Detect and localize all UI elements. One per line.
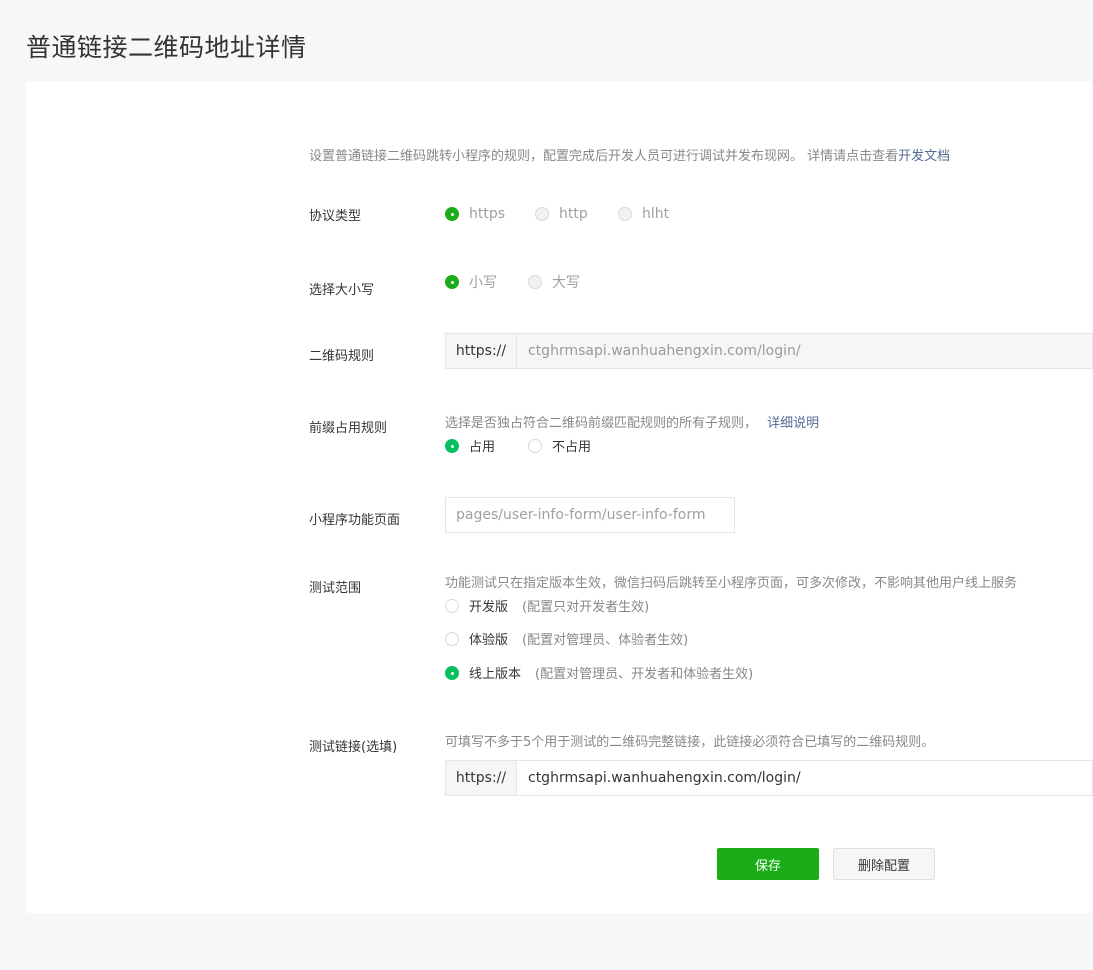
radio-checked-icon	[445, 275, 459, 289]
dev-docs-link[interactable]: 开发文档	[898, 149, 950, 164]
scope-trial-radio[interactable]: 体验版 (配置对管理员、体验者生效)	[445, 629, 688, 648]
mini-page-input[interactable]: pages/user-info-form/user-info-form	[445, 497, 735, 533]
page-title: 普通链接二维码地址详情	[26, 33, 307, 62]
scope-dev-desc: (配置只对开发者生效)	[522, 600, 650, 615]
scope-online-desc: (配置对管理员、开发者和体验者生效)	[535, 667, 754, 682]
protocol-http-radio[interactable]: http	[535, 206, 588, 222]
protocol-https-radio[interactable]: https	[445, 206, 505, 222]
radio-unchecked-icon	[445, 598, 459, 613]
case-label: 选择大小写	[309, 283, 375, 298]
protocol-hlht-radio[interactable]: hlht	[618, 206, 669, 222]
radio-unchecked-icon	[618, 207, 632, 221]
protocol-label: 协议类型	[309, 209, 362, 224]
test-scope-hint: 功能测试只在指定版本生效，微信扫码后跳转至小程序页面，可多次修改，不影响其他用户…	[445, 576, 1018, 591]
save-button[interactable]: 保存	[717, 848, 819, 880]
test-link-label: 测试链接(选填)	[309, 740, 398, 755]
protocol-http-label: http	[559, 206, 588, 222]
prefix-not-occupy-radio[interactable]: 不占用	[528, 436, 591, 455]
radio-checked-icon	[445, 438, 459, 453]
prefix-occupy-label: 占用	[469, 440, 496, 455]
prefix-rule-hint-text: 选择是否独占符合二维码前缀匹配规则的所有子规则，	[445, 416, 758, 431]
qr-rule-input[interactable]: https:// ctghrmsapi.wanhuahengxin.com/lo…	[445, 333, 1093, 369]
scope-dev-radio[interactable]: 开发版 (配置只对开发者生效)	[445, 596, 649, 615]
case-lower-radio[interactable]: 小写	[445, 272, 497, 292]
prefix-rule-hint: 选择是否独占符合二维码前缀匹配规则的所有子规则， 详细说明	[445, 412, 819, 431]
scope-online-radio[interactable]: 线上版本 (配置对管理员、开发者和体验者生效)	[445, 663, 753, 682]
prefix-not-occupy-label: 不占用	[552, 440, 592, 455]
test-scope-label: 测试范围	[309, 581, 362, 596]
radio-checked-icon	[445, 665, 459, 680]
prefix-rule-label: 前缀占用规则	[309, 421, 388, 436]
scope-trial-desc: (配置对管理员、体验者生效)	[522, 633, 689, 648]
qr-rule-label: 二维码规则	[309, 349, 375, 364]
scope-online-label: 线上版本	[469, 667, 522, 682]
test-link-hint: 可填写不多于5个用于测试的二维码完整链接，此链接必须符合已填写的二维码规则。	[445, 735, 935, 750]
scope-trial-label: 体验版	[469, 633, 509, 648]
mini-page-label: 小程序功能页面	[309, 513, 401, 528]
qr-rule-prefix: https://	[446, 334, 517, 368]
protocol-https-label: https	[469, 206, 506, 222]
protocol-hlht-label: hlht	[642, 206, 670, 222]
radio-unchecked-icon	[528, 275, 542, 289]
radio-unchecked-icon	[445, 631, 459, 646]
prefix-occupy-radio[interactable]: 占用	[445, 436, 495, 455]
radio-unchecked-icon	[528, 438, 542, 453]
case-upper-label: 大写	[552, 275, 580, 291]
test-link-prefix: https://	[446, 761, 517, 795]
qr-rule-value: ctghrmsapi.wanhuahengxin.com/login/	[528, 343, 801, 359]
test-link-input[interactable]: https:// ctghrmsapi.wanhuahengxin.com/lo…	[445, 760, 1093, 796]
radio-unchecked-icon	[535, 207, 549, 221]
scope-dev-label: 开发版	[469, 600, 509, 615]
test-link-value: ctghrmsapi.wanhuahengxin.com/login/	[528, 770, 801, 786]
intro-description: 设置普通链接二维码跳转小程序的规则，配置完成后开发人员可进行调试并发布现网。 详…	[309, 149, 899, 164]
details-link[interactable]: 详细说明	[767, 416, 819, 431]
delete-config-button[interactable]: 删除配置	[833, 848, 935, 880]
radio-checked-icon	[445, 207, 459, 221]
case-upper-radio[interactable]: 大写	[528, 272, 580, 292]
case-lower-label: 小写	[469, 275, 497, 291]
intro-text: 设置普通链接二维码跳转小程序的规则，配置完成后开发人员可进行调试并发布现网。 详…	[309, 145, 950, 164]
